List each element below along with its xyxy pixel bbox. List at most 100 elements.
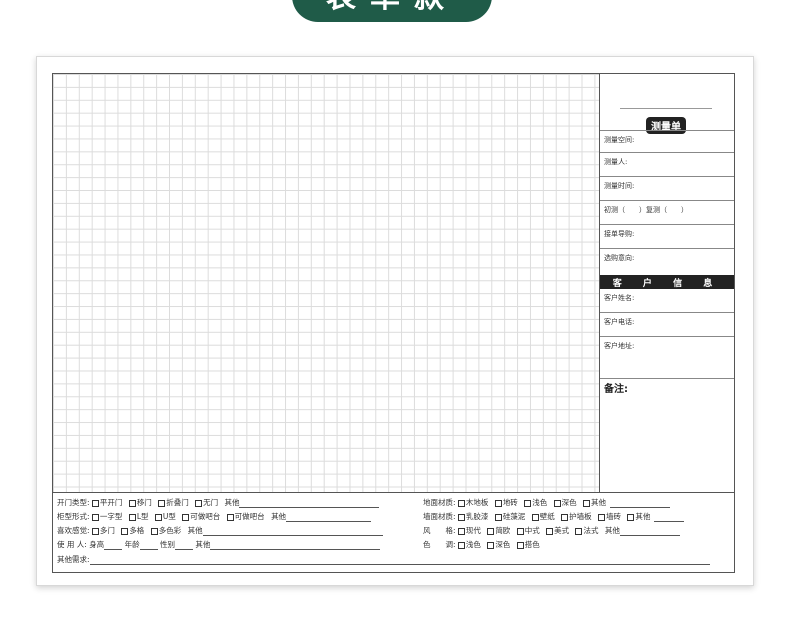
option-item[interactable]: 无门 bbox=[195, 498, 218, 507]
checkbox-icon bbox=[597, 513, 605, 521]
fill-line[interactable] bbox=[210, 541, 381, 550]
option-item[interactable]: 一字型 bbox=[91, 512, 122, 521]
checkbox-icon bbox=[516, 541, 524, 549]
option-item[interactable]: 地砖 bbox=[494, 498, 518, 507]
fill-line[interactable] bbox=[89, 556, 710, 565]
option-item[interactable]: 深色 bbox=[487, 540, 510, 549]
notes-label: 备注: bbox=[604, 384, 628, 395]
checkbox-icon bbox=[582, 499, 590, 507]
row-measure-time[interactable]: 测量时间: bbox=[600, 177, 734, 201]
checkbox-icon bbox=[524, 499, 532, 507]
fill-line[interactable] bbox=[286, 513, 372, 522]
row-label: 选购意向: bbox=[604, 254, 635, 262]
checkbox-icon bbox=[553, 499, 561, 507]
wall-material-label: 墙面材质: bbox=[423, 512, 456, 521]
option-item[interactable]: 现代 bbox=[457, 526, 481, 535]
fill-line[interactable] bbox=[174, 541, 193, 550]
floor-material-line: 地面材质: 木地板 地砖 浅色 深色 其他 bbox=[423, 497, 670, 508]
option-item[interactable]: 可做吧台 bbox=[182, 512, 220, 521]
gender-label: 性别 bbox=[159, 540, 175, 549]
row-label: 客户地址: bbox=[604, 342, 635, 350]
checkbox-icon bbox=[516, 527, 524, 535]
option-item[interactable]: 平开门 bbox=[91, 498, 122, 507]
option-item[interactable]: 移门 bbox=[128, 498, 152, 507]
option-item[interactable]: 中式 bbox=[516, 526, 540, 535]
row-customer-address[interactable]: 客户地址: bbox=[600, 337, 734, 379]
option-item[interactable]: 简欧 bbox=[487, 526, 510, 535]
row-customer-name[interactable]: 客户姓名: bbox=[600, 289, 734, 313]
door-type-line: 开门类型: 平开门 移门 折叠门 无门 其他 bbox=[57, 497, 380, 508]
checkbox-icon bbox=[182, 513, 190, 521]
row-customer-phone[interactable]: 客户电话: bbox=[600, 313, 734, 337]
style-label: 风 格: bbox=[423, 526, 456, 535]
checkbox-icon bbox=[128, 513, 136, 521]
option-item[interactable]: 深色 bbox=[553, 498, 577, 507]
row-label: 测量人: bbox=[604, 158, 628, 166]
row-label: 测量时间: bbox=[604, 182, 635, 190]
option-item[interactable]: 壁纸 bbox=[531, 512, 555, 521]
checkbox-icon bbox=[487, 541, 495, 549]
option-item[interactable]: 法式 bbox=[575, 526, 598, 535]
preference-line: 喜欢感觉: 多门 多格 多色彩 其他 bbox=[57, 525, 383, 536]
checkbox-icon bbox=[546, 527, 554, 535]
option-item[interactable]: 护墙板 bbox=[561, 512, 592, 521]
option-item[interactable]: 多色彩 bbox=[150, 526, 181, 535]
checkbox-icon bbox=[457, 527, 465, 535]
checkbox-icon bbox=[128, 499, 136, 507]
fill-line[interactable] bbox=[609, 499, 670, 508]
option-item[interactable]: 其他 bbox=[582, 498, 606, 507]
style-line: 风 格: 现代 简欧 中式 美式 法式 其他 bbox=[423, 525, 680, 536]
fill-line[interactable] bbox=[239, 499, 380, 508]
option-item[interactable]: 乳胶漆 bbox=[457, 512, 488, 521]
option-item[interactable]: 浅色 bbox=[524, 498, 547, 507]
option-item[interactable]: 可做吧台 bbox=[226, 512, 265, 521]
height-label: 身高 bbox=[89, 540, 105, 549]
tone-label: 色 调: bbox=[423, 540, 456, 549]
wall-material-line: 墙面材质: 乳胶漆 硅藻泥 壁纸 护墙板 墙砖 其他 bbox=[423, 511, 685, 522]
checkbox-icon bbox=[121, 527, 129, 535]
option-item[interactable]: 多门 bbox=[91, 526, 115, 535]
row-label: 客户姓名: bbox=[604, 294, 635, 302]
row-label: 接单导购: bbox=[604, 230, 635, 238]
option-item[interactable]: 木地板 bbox=[457, 498, 488, 507]
age-label: 年龄 bbox=[124, 540, 140, 549]
panel-top-line bbox=[620, 108, 712, 109]
fill-line[interactable] bbox=[139, 541, 158, 550]
checkbox-icon bbox=[457, 513, 465, 521]
measurement-panel: 测量单 测量空间: 测量人: 测量时间: 初测（ ）复测（ ） 接单导购: 选购… bbox=[600, 74, 734, 493]
checkbox-icon bbox=[494, 513, 502, 521]
customer-info-header: 客 户 信 息 bbox=[600, 275, 734, 289]
row-initial-recheck[interactable]: 初测（ ）复测（ ） bbox=[600, 201, 734, 225]
banner-title: 表单款 bbox=[292, 0, 492, 22]
row-measure-space[interactable]: 测量空间: bbox=[600, 130, 734, 153]
other-label: 其他 bbox=[604, 526, 620, 535]
fill-line[interactable] bbox=[202, 527, 383, 536]
cabinet-type-label: 柜型形式: bbox=[57, 512, 90, 521]
checkbox-icon bbox=[457, 499, 465, 507]
fill-line[interactable] bbox=[104, 541, 123, 550]
option-item[interactable]: 其他 bbox=[627, 512, 650, 521]
fill-line[interactable] bbox=[654, 513, 685, 522]
option-item[interactable]: L型 bbox=[128, 512, 149, 521]
option-item[interactable]: U型 bbox=[154, 512, 176, 521]
row-purchase-intent[interactable]: 选购意向: bbox=[600, 249, 734, 275]
other-needs-label: 其他需求: bbox=[57, 555, 90, 564]
other-label: 其他 bbox=[187, 526, 203, 535]
option-item[interactable]: 硅藻泥 bbox=[494, 512, 525, 521]
cabinet-type-line: 柜型形式: 一字型 L型 U型 可做吧台 可做吧台 其他 bbox=[57, 511, 372, 522]
option-item[interactable]: 搭色 bbox=[516, 540, 540, 549]
other-label: 其他 bbox=[224, 498, 240, 507]
option-item[interactable]: 墙砖 bbox=[597, 512, 621, 521]
checkbox-icon bbox=[158, 499, 166, 507]
row-sales-guide[interactable]: 接单导购: bbox=[600, 225, 734, 249]
fill-line[interactable] bbox=[619, 527, 680, 536]
option-item[interactable]: 美式 bbox=[546, 526, 569, 535]
option-item[interactable]: 折叠门 bbox=[158, 498, 189, 507]
row-measurer[interactable]: 测量人: bbox=[600, 153, 734, 177]
option-item[interactable]: 浅色 bbox=[457, 540, 481, 549]
checkbox-icon bbox=[150, 527, 158, 535]
preference-label: 喜欢感觉: bbox=[57, 526, 90, 535]
checkbox-icon bbox=[487, 527, 495, 535]
checkbox-icon bbox=[627, 513, 635, 521]
option-item[interactable]: 多格 bbox=[121, 526, 144, 535]
